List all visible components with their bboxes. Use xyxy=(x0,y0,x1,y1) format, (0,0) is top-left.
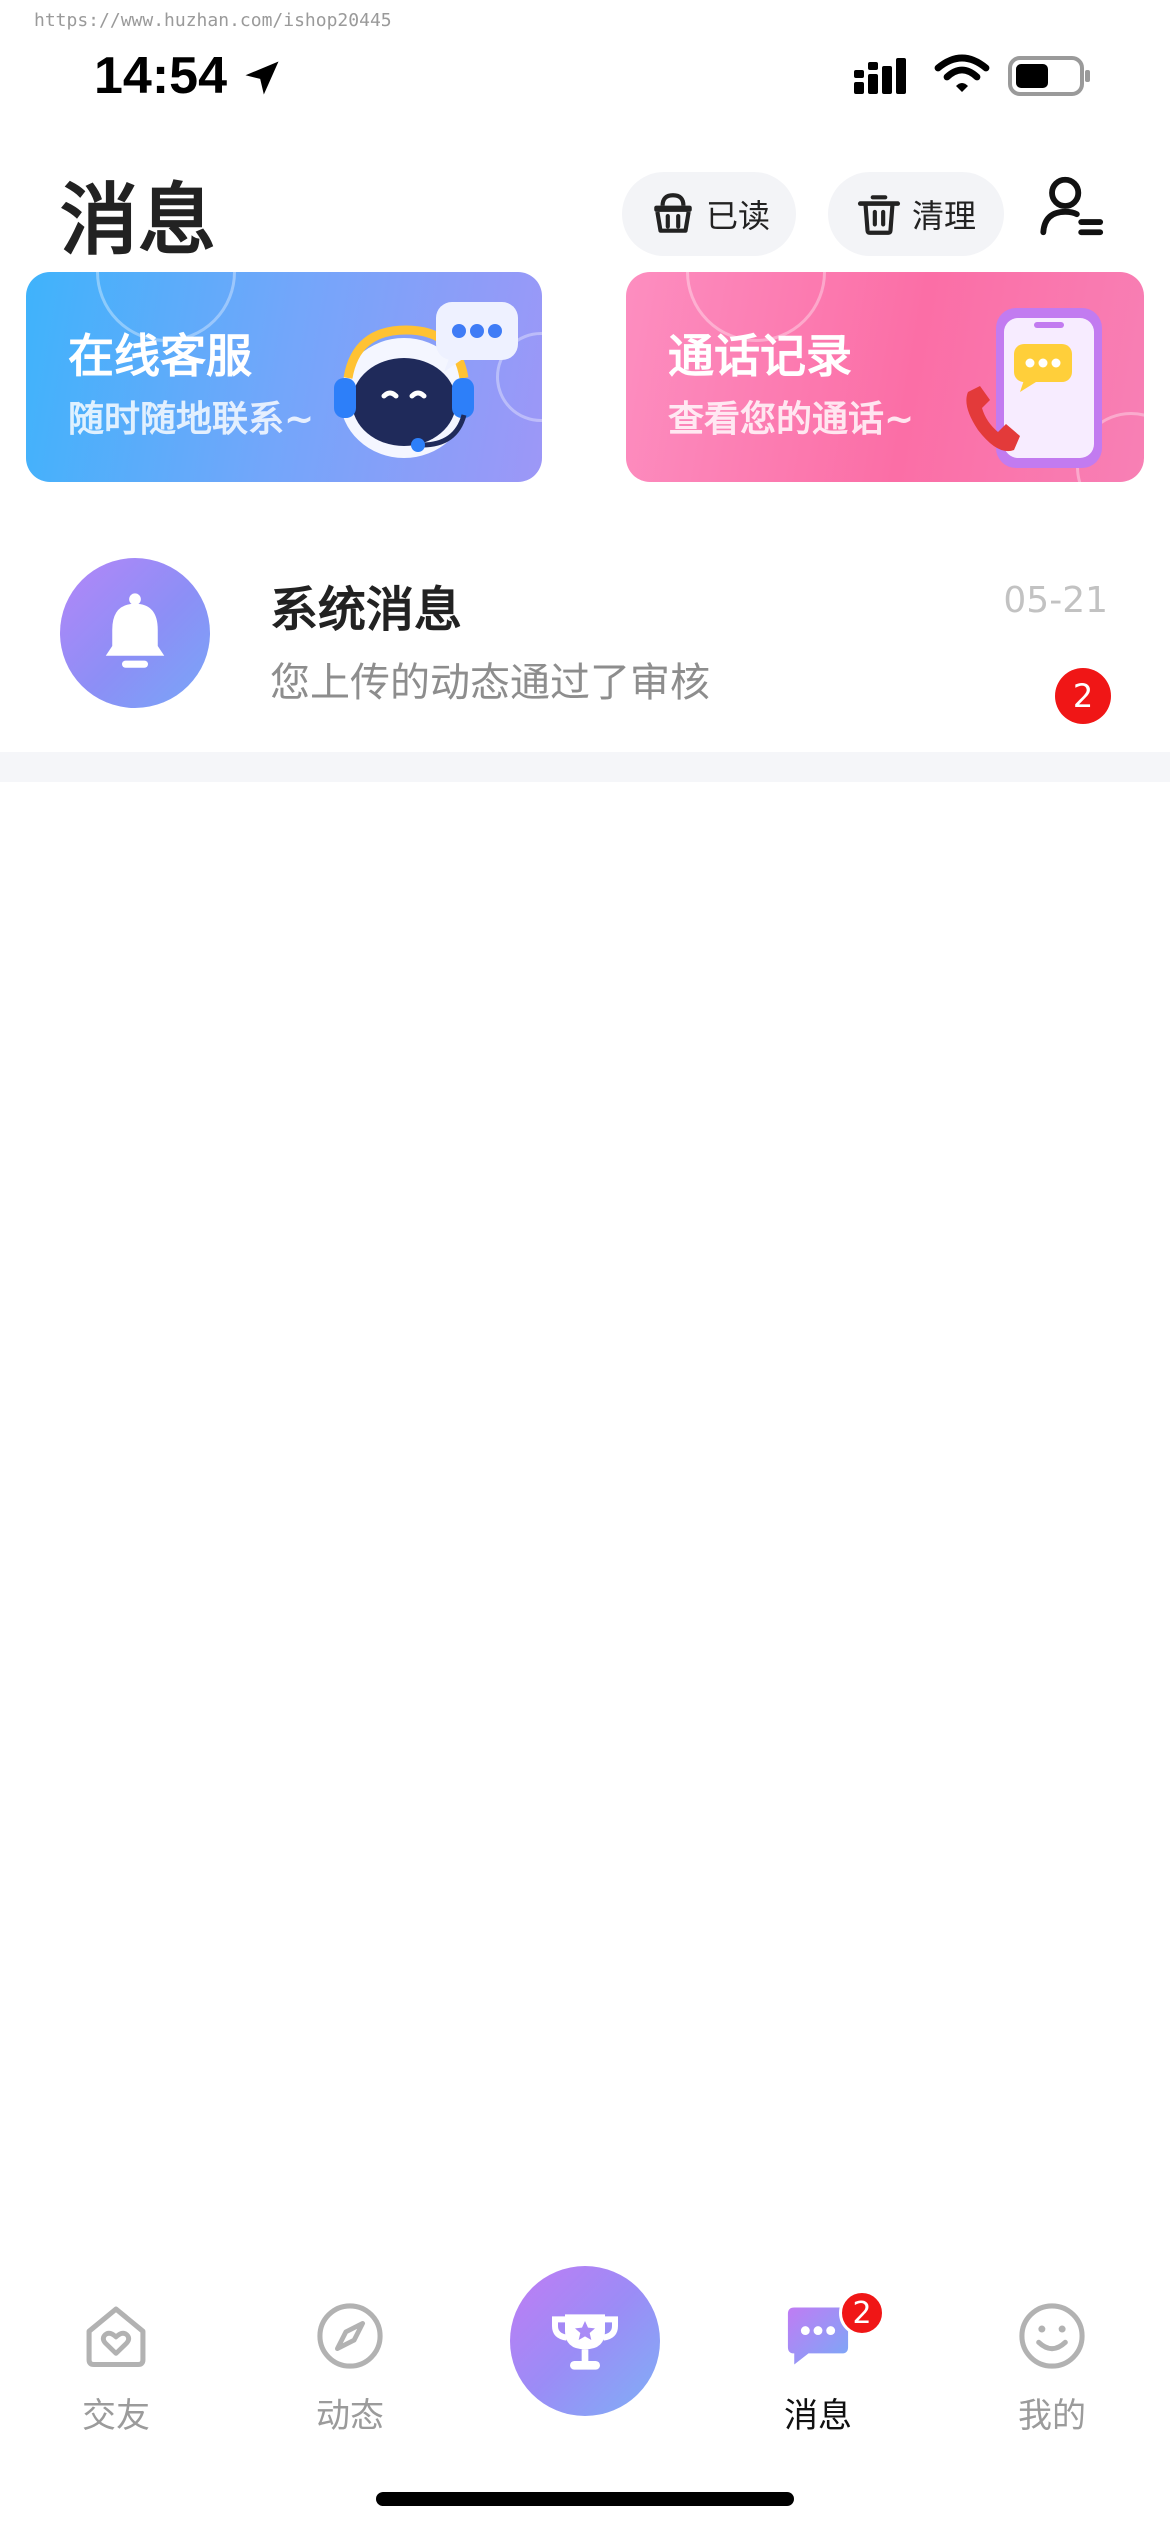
compass-icon xyxy=(317,2303,383,2369)
tab-mine[interactable]: 我的 xyxy=(977,2298,1127,2458)
battery-icon xyxy=(1008,56,1090,96)
call-records-title: 通话记录 xyxy=(668,329,852,383)
message-title: 系统消息 xyxy=(270,582,463,638)
mark-all-read-label: 已读 xyxy=(706,197,771,235)
trophy-icon xyxy=(552,2314,618,2370)
tab-messages-badge: 2 xyxy=(839,2290,885,2336)
tab-messages-label: 消息 xyxy=(784,2396,852,2436)
bell-icon xyxy=(105,593,165,668)
status-time: 14:54 xyxy=(94,47,227,105)
system-message-avatar xyxy=(60,558,210,708)
tab-moments[interactable]: 动态 xyxy=(275,2298,425,2458)
wifi-icon xyxy=(934,54,990,92)
list-item-system-message[interactable]: 系统消息 您上传的动态通过了审核 05-21 2 xyxy=(0,530,1170,750)
robot-support-icon xyxy=(334,302,518,458)
watermark-text: https://www.huzhan.com/ishop20445 xyxy=(34,10,392,31)
tab-mine-label: 我的 xyxy=(1018,2396,1086,2436)
online-service-subtitle: 随时随地联系~ xyxy=(68,399,315,440)
tab-friends[interactable]: 交友 xyxy=(41,2298,191,2458)
location-arrow-icon xyxy=(245,61,279,95)
clear-messages-label: 清理 xyxy=(912,197,977,235)
home-indicator xyxy=(376,2492,794,2506)
list-divider xyxy=(0,752,1170,782)
page-title: 消息 xyxy=(60,176,217,266)
trash-icon xyxy=(857,195,901,235)
message-date: 05-21 xyxy=(1003,580,1108,621)
user-settings-icon[interactable] xyxy=(1036,170,1106,242)
cellular-signal-icon xyxy=(854,58,906,94)
mark-all-read-button[interactable]: 已读 xyxy=(622,172,796,256)
call-records-banner[interactable]: 通话记录 查看您的通话~ xyxy=(626,272,1144,482)
unread-count-badge: 2 xyxy=(1055,668,1111,724)
online-service-title: 在线客服 xyxy=(68,329,252,383)
tab-moments-label: 动态 xyxy=(316,2396,384,2436)
tab-messages[interactable]: 2 消息 xyxy=(743,2290,893,2458)
online-service-banner[interactable]: 在线客服 随时随地联系~ xyxy=(26,272,542,482)
basket-icon xyxy=(654,193,692,233)
tab-friends-label: 交友 xyxy=(82,2396,150,2436)
home-heart-icon xyxy=(86,2306,146,2368)
call-records-subtitle: 查看您的通话~ xyxy=(668,399,915,440)
message-preview: 您上传的动态通过了审核 xyxy=(270,660,710,706)
clear-messages-button[interactable]: 清理 xyxy=(828,172,1004,256)
phone-call-icon xyxy=(966,308,1102,468)
smiley-icon xyxy=(1019,2303,1085,2369)
center-trophy-button[interactable] xyxy=(510,2266,660,2416)
